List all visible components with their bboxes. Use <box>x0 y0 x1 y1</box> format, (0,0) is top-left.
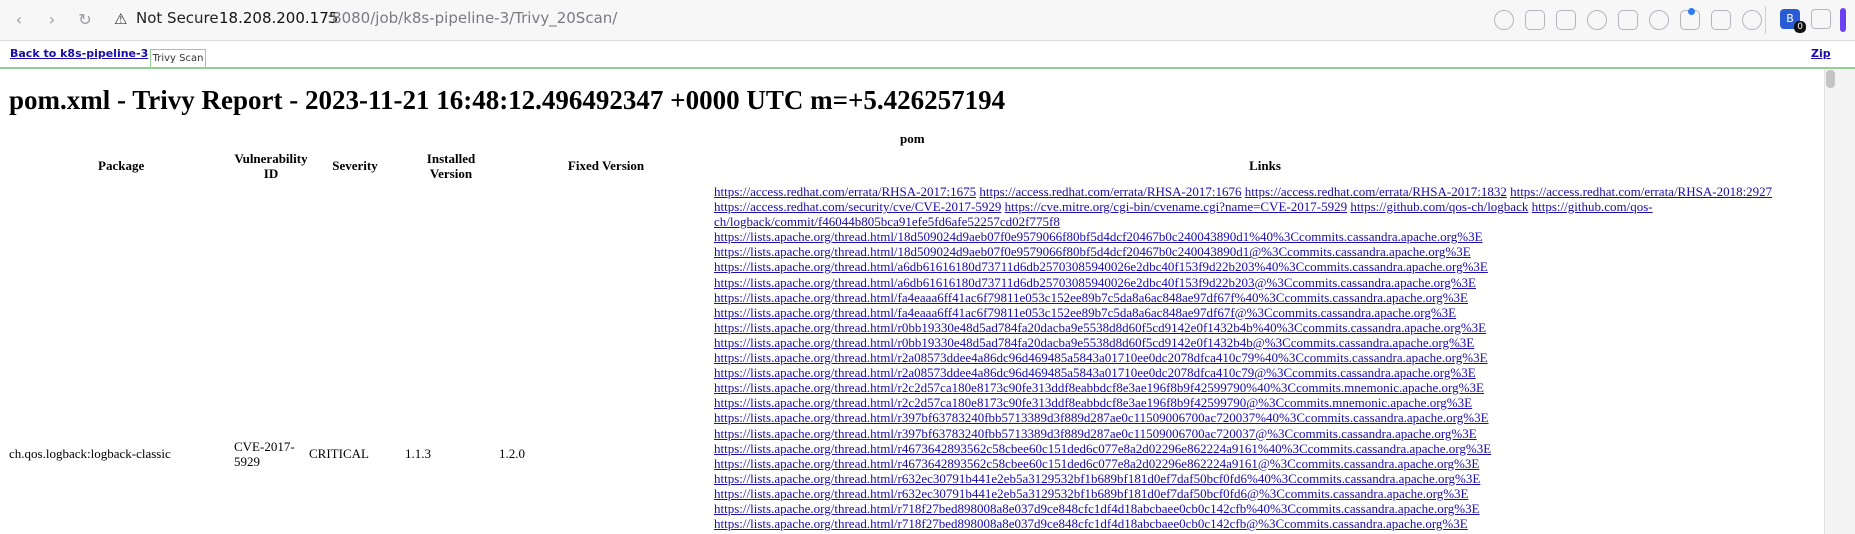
reference-link[interactable]: https://lists.apache.org/thread.html/r2a… <box>714 350 1488 365</box>
sidebar-toggle[interactable] <box>1840 8 1846 32</box>
cell-package: ch.qos.logback:logback-classic <box>9 446 171 461</box>
col-vulnerability-id: Vulnerability ID <box>234 151 308 181</box>
back-to-pipeline-link[interactable]: Back to k8s-pipeline-3 <box>10 47 148 60</box>
edit-icon[interactable] <box>1525 10 1545 30</box>
reference-link[interactable]: https://lists.apache.org/thread.html/r39… <box>714 410 1489 425</box>
reference-link[interactable]: https://lists.apache.org/thread.html/r2a… <box>714 365 1476 380</box>
send-icon[interactable] <box>1618 10 1638 30</box>
extension-icon[interactable]: B0 <box>1780 9 1806 33</box>
reference-link[interactable]: https://lists.apache.org/thread.html/r39… <box>714 426 1477 441</box>
browser-toolbar-icons <box>1494 10 1762 30</box>
reference-link[interactable]: https://access.redhat.com/errata/RHSA-20… <box>1245 184 1507 199</box>
reference-link[interactable]: https://lists.apache.org/thread.html/r46… <box>714 441 1491 456</box>
reference-link[interactable]: https://lists.apache.org/thread.html/18d… <box>714 244 1471 259</box>
reference-link[interactable]: https://lists.apache.org/thread.html/r0b… <box>714 335 1474 350</box>
col-links: Links <box>1249 158 1281 173</box>
toolbar-divider <box>1765 6 1766 34</box>
cell-installed-version: 1.1.3 <box>405 446 431 461</box>
report-tab-bar <box>0 41 1855 69</box>
reference-link[interactable]: https://lists.apache.org/thread.html/a6d… <box>714 259 1488 274</box>
cell-vulnerability-id: CVE-2017-5929 <box>234 439 295 469</box>
reference-link[interactable]: https://access.redhat.com/errata/RHSA-20… <box>979 184 1241 199</box>
reload-icon[interactable]: ↻ <box>74 9 96 31</box>
reference-link[interactable]: https://access.redhat.com/errata/RHSA-20… <box>1510 184 1772 199</box>
menu-icon[interactable] <box>1711 10 1731 30</box>
reference-link[interactable]: https://lists.apache.org/thread.html/a6d… <box>714 275 1476 290</box>
col-installed-version: Installed Version <box>426 151 476 181</box>
col-fixed-version: Fixed Version <box>567 158 645 173</box>
reference-link[interactable]: https://lists.apache.org/thread.html/r46… <box>714 456 1479 471</box>
zip-download-link[interactable]: Zip <box>1811 47 1831 60</box>
vertical-scrollbar[interactable] <box>1824 69 1855 534</box>
profile-icon[interactable] <box>1742 10 1762 30</box>
target-group-label: pom <box>900 131 925 146</box>
reference-link[interactable]: https://lists.apache.org/thread.html/r0b… <box>714 320 1486 335</box>
shield-icon[interactable] <box>1587 10 1607 30</box>
col-package: Package <box>98 158 145 173</box>
reference-link[interactable]: https://github.com/qos-ch/logback <box>1350 199 1528 214</box>
extension-box-icon[interactable] <box>1811 9 1831 29</box>
address-bar-host[interactable]: 18.208.200.175 <box>219 9 338 27</box>
address-bar-path[interactable]: :8080/job/k8s-pipeline-3/Trivy_20Scan/ <box>327 9 617 27</box>
reference-link[interactable]: https://cve.mitre.org/cgi-bin/cvename.cg… <box>1005 199 1347 214</box>
reference-link[interactable]: https://lists.apache.org/thread.html/r63… <box>714 486 1468 501</box>
tab-trivy-scan[interactable]: Trivy Scan <box>150 49 206 67</box>
cell-fixed-version: 1.2.0 <box>499 446 525 461</box>
extension-count: 0 <box>1794 21 1806 33</box>
reference-link[interactable]: https://lists.apache.org/thread.html/fa4… <box>714 305 1456 320</box>
reference-link[interactable]: https://lists.apache.org/thread.html/fa4… <box>714 290 1468 305</box>
heart-icon[interactable] <box>1649 10 1669 30</box>
page-title: pom.xml - Trivy Report - 2023-11-21 16:4… <box>9 85 1006 115</box>
forward-arrow-icon[interactable]: › <box>41 9 63 31</box>
cell-severity: CRITICAL <box>309 446 369 461</box>
reference-link[interactable]: https://access.redhat.com/security/cve/C… <box>714 199 1001 214</box>
download-badge <box>1688 8 1695 15</box>
reference-link[interactable]: https://lists.apache.org/thread.html/r2c… <box>714 380 1484 395</box>
reference-link[interactable]: https://lists.apache.org/thread.html/r63… <box>714 471 1480 486</box>
browser-toolbar: ‹ › ↻ ⚠ Not Secure 18.208.200.175 :8080/… <box>0 0 1855 41</box>
reference-link[interactable]: https://lists.apache.org/thread.html/r71… <box>714 516 1468 531</box>
scrollbar-thumb[interactable] <box>1826 70 1835 88</box>
report-content: pom.xml - Trivy Report - 2023-11-21 16:4… <box>0 69 1824 534</box>
back-arrow-icon[interactable]: ‹ <box>8 9 30 31</box>
reference-link[interactable]: https://lists.apache.org/thread.html/r2c… <box>714 395 1472 410</box>
cell-links: https://access.redhat.com/errata/RHSA-20… <box>714 184 1824 531</box>
reference-link[interactable]: https://lists.apache.org/thread.html/r71… <box>714 501 1480 516</box>
reference-link[interactable]: https://lists.apache.org/thread.html/18d… <box>714 229 1483 244</box>
col-severity: Severity <box>332 158 378 173</box>
reference-link[interactable]: https://access.redhat.com/errata/RHSA-20… <box>714 184 976 199</box>
warning-icon: ⚠ <box>114 10 128 28</box>
camera-icon[interactable] <box>1556 10 1576 30</box>
security-label[interactable]: Not Secure <box>136 9 219 27</box>
zoom-icon[interactable] <box>1494 10 1514 30</box>
